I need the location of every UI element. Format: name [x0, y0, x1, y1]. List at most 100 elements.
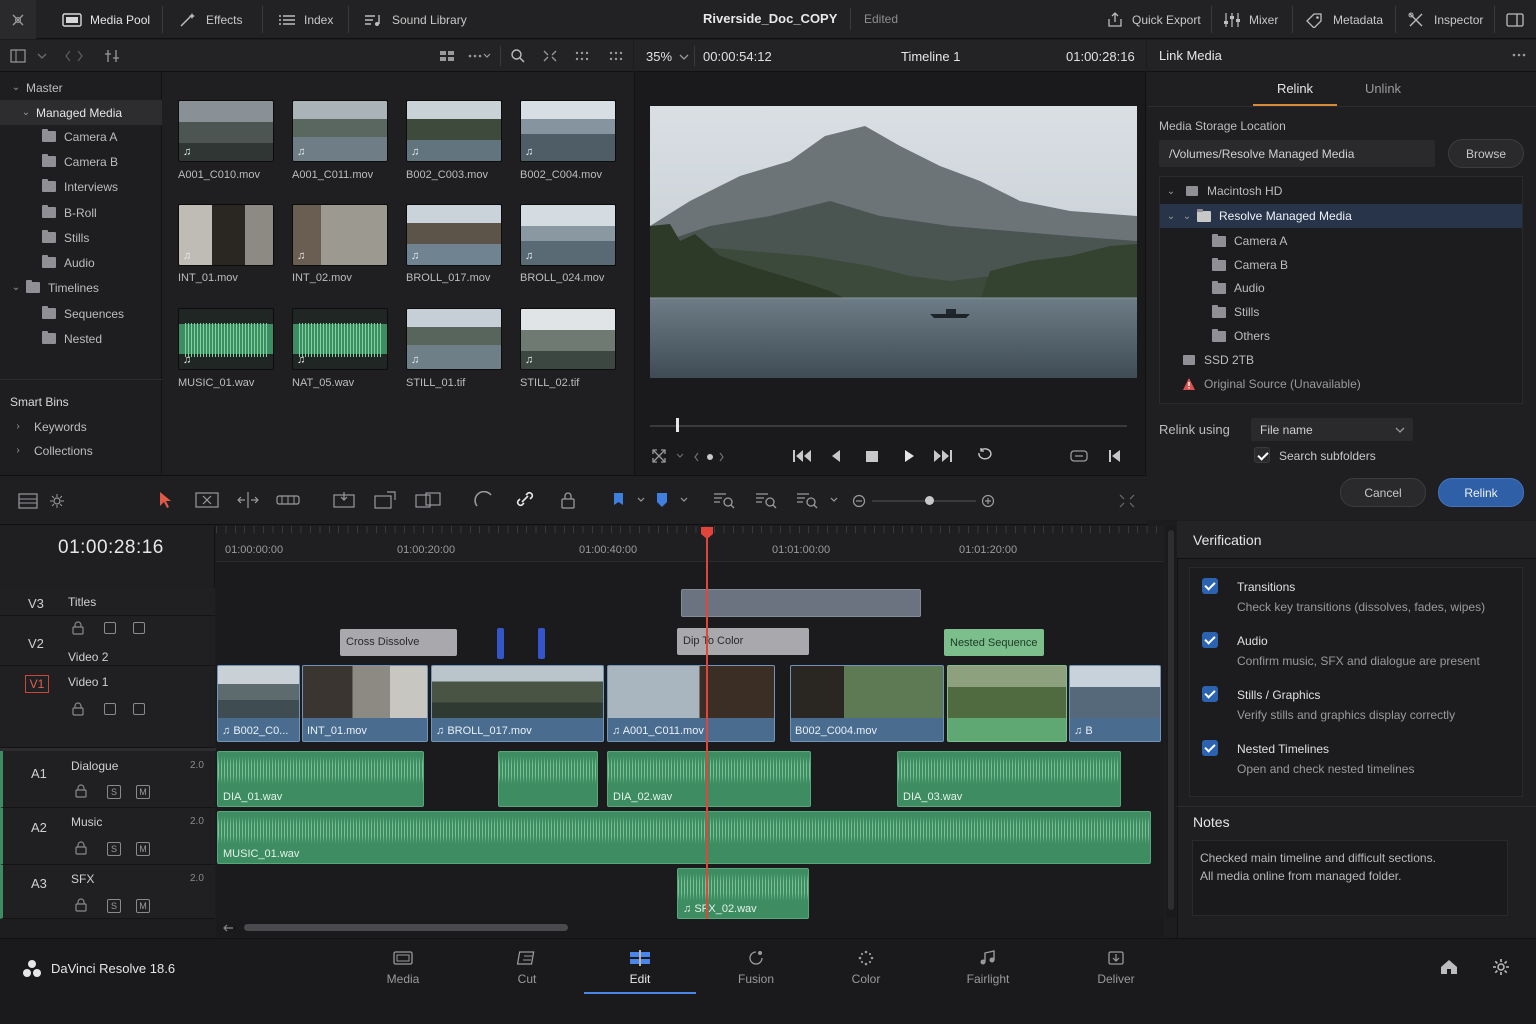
- nested-video-clip[interactable]: [947, 665, 1067, 742]
- play-reverse-icon[interactable]: [829, 448, 843, 464]
- solo-button[interactable]: S: [107, 842, 121, 856]
- bin-nested[interactable]: Nested: [0, 326, 162, 351]
- inspector-button[interactable]: Inspector: [1408, 0, 1483, 39]
- track-enable-icon[interactable]: [133, 703, 145, 715]
- cross-dissolve-transition[interactable]: Cross Dissolve: [340, 629, 457, 656]
- smart-bin-collections[interactable]: › Collections: [0, 438, 162, 463]
- bin-audio[interactable]: Audio: [0, 250, 162, 275]
- previous-edit-icon[interactable]: [1108, 448, 1122, 464]
- blue-marker-clip[interactable]: [497, 628, 504, 659]
- media-pool-button[interactable]: Media Pool: [62, 0, 150, 39]
- more-options-icon[interactable]: [467, 51, 491, 61]
- cancel-button[interactable]: Cancel: [1340, 478, 1426, 507]
- zoom-out-icon[interactable]: [852, 494, 866, 508]
- loop-icon[interactable]: [975, 447, 995, 465]
- fullscreen-arrows-icon[interactable]: [651, 448, 667, 464]
- blue-marker-clip[interactable]: [538, 628, 545, 659]
- video-clip[interactable]: ♫ B002_C0...: [217, 665, 300, 742]
- track-enable-icon[interactable]: [133, 622, 145, 634]
- bin-sequences[interactable]: Sequences: [0, 301, 162, 326]
- search-subfolders-checkbox[interactable]: [1254, 447, 1270, 463]
- auto-select-icon[interactable]: [104, 703, 116, 715]
- tab-unlink[interactable]: Unlink: [1341, 72, 1425, 106]
- linked-selection-icon[interactable]: [515, 491, 535, 509]
- audio-meter-icon[interactable]: [49, 493, 65, 509]
- v1-destination-toggle[interactable]: V1: [25, 675, 49, 693]
- solo-button[interactable]: S: [107, 899, 121, 913]
- bin-timelines[interactable]: ⌄ Timelines: [0, 275, 162, 300]
- auto-select-icon[interactable]: [104, 622, 116, 634]
- workspace-menu-button[interactable]: [0, 0, 36, 39]
- mixer-button[interactable]: Mixer: [1223, 0, 1278, 39]
- snapping-icon[interactable]: [474, 491, 494, 509]
- dynamic-trim-icon[interactable]: [235, 491, 261, 509]
- track-name[interactable]: SFX: [71, 872, 94, 886]
- page-cut[interactable]: Cut: [471, 950, 583, 994]
- replace-clip-icon[interactable]: [414, 491, 442, 509]
- page-fusion[interactable]: Fusion: [700, 950, 812, 994]
- audio-clip-music[interactable]: MUSIC_01.wav: [217, 811, 1151, 864]
- clip-thumbnail[interactable]: ♫: [292, 100, 388, 162]
- expand-timeline-icon[interactable]: [1119, 494, 1135, 508]
- tree-resolve-managed-media[interactable]: ⌄ ⌄ Resolve Managed Media: [1160, 204, 1522, 228]
- bin-master[interactable]: ⌄ Master: [0, 75, 162, 100]
- dip-to-color-transition[interactable]: Dip To Color: [677, 628, 809, 655]
- fullscreen-toggle[interactable]: [1506, 0, 1524, 39]
- nested-sequence-clip[interactable]: Nested Sequence: [944, 629, 1044, 656]
- tree-camera-a[interactable]: Camera A: [1212, 229, 1287, 253]
- metadata-button[interactable]: Metadata: [1305, 0, 1383, 39]
- settings-gear-icon[interactable]: [1492, 958, 1510, 976]
- mute-button[interactable]: M: [136, 842, 150, 856]
- insert-clip-icon[interactable]: [331, 491, 357, 509]
- clip-thumbnail[interactable]: ♫: [406, 100, 502, 162]
- viewer-zoom[interactable]: 35%: [646, 49, 672, 64]
- video-clip[interactable]: ♫ A001_C011.mov: [607, 665, 775, 742]
- track-name[interactable]: Titles: [68, 595, 96, 609]
- trim-edit-icon[interactable]: [193, 491, 221, 509]
- nav-back-forward-icon[interactable]: [65, 49, 83, 63]
- track-lock-icon[interactable]: [75, 784, 87, 798]
- index-button[interactable]: Index: [278, 0, 333, 39]
- match-frame-icon[interactable]: [1070, 448, 1088, 464]
- relink-using-select[interactable]: File name: [1251, 418, 1413, 441]
- page-deliver[interactable]: Deliver: [1060, 950, 1172, 994]
- tree-ssd-2tb[interactable]: SSD 2TB: [1182, 348, 1254, 372]
- clip-thumbnail[interactable]: ♫: [406, 204, 502, 266]
- viewer-playhead[interactable]: [676, 418, 680, 432]
- page-color[interactable]: Color: [810, 950, 922, 994]
- video-clip[interactable]: B002_C004.mov: [790, 665, 944, 742]
- audio-clip-dialogue[interactable]: DIA_01.wav: [217, 751, 424, 807]
- audio-clip-dialogue[interactable]: [498, 751, 598, 807]
- bin-b-roll[interactable]: B-Roll: [0, 200, 162, 225]
- track-lock-icon[interactable]: [75, 898, 87, 912]
- clip-thumbnail[interactable]: ♫: [178, 308, 274, 370]
- stills-graphics-checkbox[interactable]: [1202, 686, 1218, 702]
- go-to-start-icon[interactable]: [792, 448, 812, 464]
- clip-thumbnail[interactable]: ♫: [178, 100, 274, 162]
- zoom-detail-icon[interactable]: [754, 491, 778, 509]
- page-edit[interactable]: Edit: [584, 950, 696, 994]
- more-options-icon[interactable]: [1511, 50, 1527, 60]
- tree-original-source[interactable]: Original Source (Unavailable): [1182, 372, 1361, 396]
- browse-button[interactable]: Browse: [1448, 139, 1524, 168]
- timeline-vertical-scrollbar[interactable]: [1166, 526, 1176, 918]
- filter-dots-icon[interactable]: [574, 49, 590, 63]
- track-lock-icon[interactable]: [75, 841, 87, 855]
- play-icon[interactable]: [902, 448, 916, 464]
- track-name[interactable]: Video 1: [68, 675, 108, 689]
- column-settings-icon[interactable]: [104, 49, 120, 63]
- playhead-handle-icon[interactable]: [700, 526, 714, 540]
- search-icon[interactable]: [510, 48, 526, 64]
- mute-button[interactable]: M: [136, 899, 150, 913]
- solo-button[interactable]: S: [107, 785, 121, 799]
- clip-thumbnail[interactable]: ♫: [292, 308, 388, 370]
- page-fairlight[interactable]: Fairlight: [932, 950, 1044, 994]
- zoom-full-icon[interactable]: [712, 491, 736, 509]
- clip-thumbnail[interactable]: ♫: [292, 204, 388, 266]
- timeline-ruler[interactable]: 01:00:00:00 01:00:20:00 01:00:40:00 01:0…: [216, 526, 1164, 562]
- jog-wheel-icon[interactable]: [676, 452, 724, 462]
- blade-tool-icon[interactable]: [276, 492, 300, 508]
- sidebar-toggle-icon[interactable]: [10, 48, 26, 64]
- audio-checkbox[interactable]: [1202, 632, 1218, 648]
- bin-camera-a[interactable]: Camera A: [0, 124, 162, 149]
